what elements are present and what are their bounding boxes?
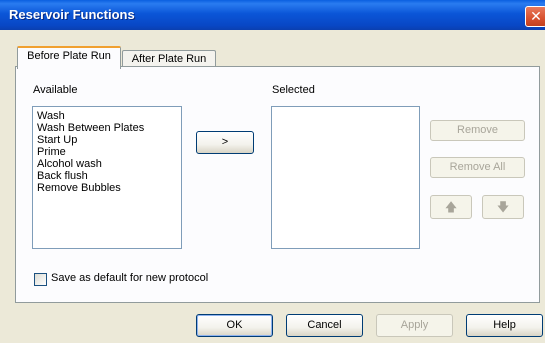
add-button-label: >	[221, 136, 229, 148]
list-item[interactable]: Remove Bubbles	[33, 182, 181, 194]
selected-label: Selected	[272, 84, 315, 96]
ok-button[interactable]: OK	[196, 314, 273, 337]
list-item[interactable]: Start Up	[33, 134, 181, 146]
remove-button[interactable]: Remove	[430, 120, 525, 141]
help-button-label: Help	[493, 319, 516, 331]
remove-button-label: Remove	[457, 124, 498, 136]
save-default-checkbox[interactable]	[34, 273, 47, 286]
cancel-button-label: Cancel	[307, 319, 342, 331]
apply-button[interactable]: Apply	[376, 314, 453, 337]
ok-button-label: OK	[226, 319, 243, 331]
available-label: Available	[33, 84, 78, 96]
arrow-up-icon: 🡅	[444, 200, 458, 214]
help-button[interactable]: Help	[466, 314, 543, 337]
list-item[interactable]: Back flush	[33, 170, 181, 182]
remove-all-button-label: Remove All	[449, 161, 506, 173]
list-item[interactable]: Wash	[33, 110, 181, 122]
dialog-content: Available Wash Wash Between Plates Start…	[0, 0, 545, 343]
list-item[interactable]: Alcohol wash	[33, 158, 181, 170]
list-item[interactable]: Wash Between Plates	[33, 122, 181, 134]
move-down-button[interactable]: 🡇	[482, 195, 524, 219]
remove-all-button[interactable]: Remove All	[430, 157, 525, 178]
cancel-button[interactable]: Cancel	[286, 314, 363, 337]
available-listbox[interactable]: Wash Wash Between Plates Start Up Prime …	[32, 106, 182, 249]
reservoir-functions-dialog: Reservoir Functions ✕ Before Plate Run A…	[0, 0, 545, 343]
arrow-down-icon: 🡇	[496, 200, 510, 214]
move-up-button[interactable]: 🡅	[430, 195, 472, 219]
save-default-label[interactable]: Save as default for new protocol	[51, 272, 208, 284]
add-button[interactable]: >	[196, 131, 254, 154]
list-item[interactable]: Prime	[33, 146, 181, 158]
selected-listbox[interactable]	[271, 106, 420, 249]
apply-button-label: Apply	[400, 319, 429, 331]
